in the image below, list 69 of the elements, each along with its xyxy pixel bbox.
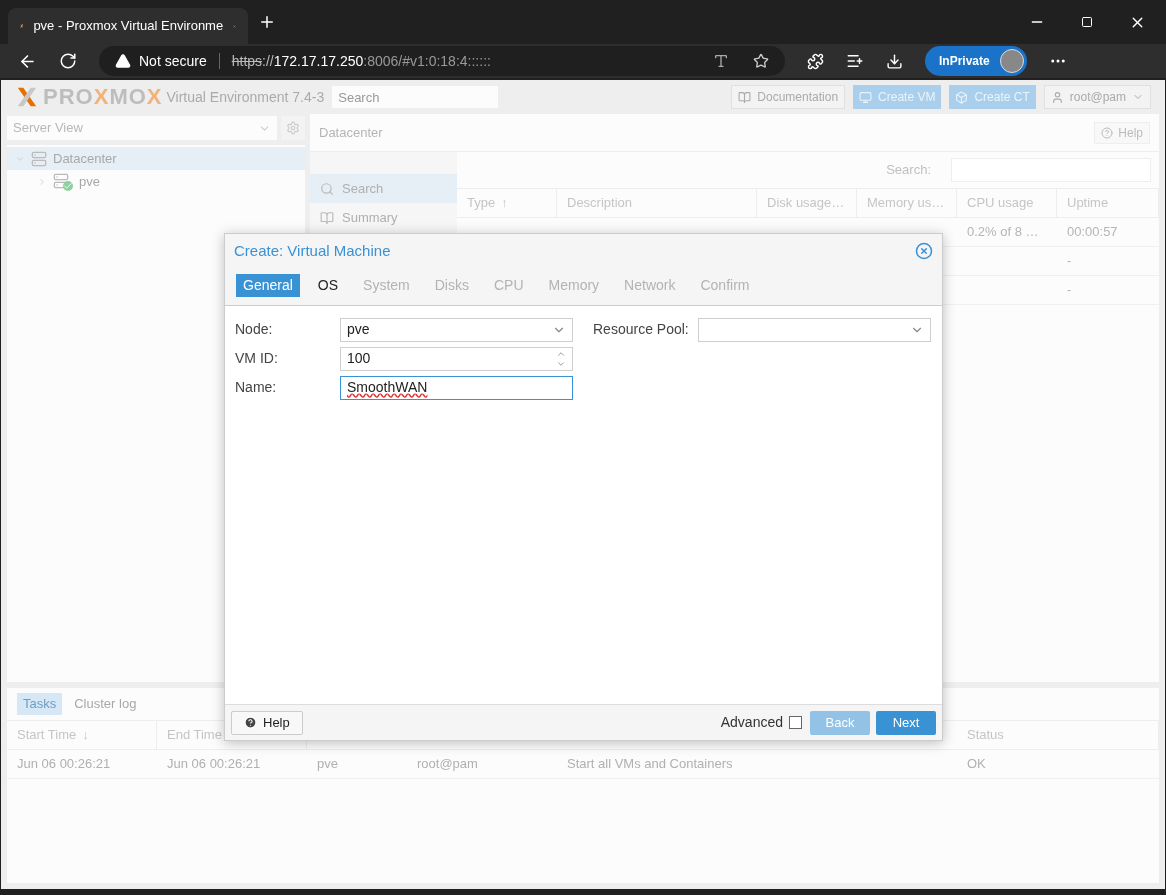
tab[interactable]: Cluster log (68, 693, 143, 715)
field-label: Name: (235, 378, 278, 397)
next-button[interactable]: Next (876, 710, 936, 735)
favorites-icon[interactable] (846, 52, 864, 70)
table-cell-text: Jun 06 00:26:21 (167, 755, 261, 774)
tree-item[interactable]: pve (7, 170, 305, 193)
search-label: Search: (886, 161, 931, 180)
help-icon (244, 716, 257, 729)
new-tab-icon[interactable] (258, 13, 276, 31)
create-button[interactable]: Create CT (949, 85, 1036, 109)
security-label: Not secure (139, 51, 207, 71)
tree-item[interactable]: Datacenter (7, 147, 305, 170)
gear-icon (286, 121, 300, 135)
monitor-icon (859, 90, 873, 104)
text-field[interactable]: SmoothWAN (340, 375, 573, 400)
nav-item[interactable]: Search (310, 174, 457, 203)
table-cell-text: Start all VMs and Containers (567, 755, 733, 774)
table-cell-text: Jun 06 00:26:21 (17, 755, 111, 774)
table-cell-text: pve (317, 755, 338, 774)
maximize-icon[interactable] (1081, 16, 1093, 28)
number-field[interactable]: 100 (340, 346, 573, 371)
table-cell-text: root@pam (417, 755, 478, 774)
favorite-add-icon[interactable] (753, 53, 769, 69)
tab[interactable]: General (236, 273, 300, 297)
warning-icon (115, 53, 131, 69)
advanced-checkbox[interactable] (789, 716, 802, 729)
avatar-icon (999, 49, 1024, 73)
download-icon[interactable] (886, 52, 903, 70)
refresh-icon[interactable] (59, 52, 77, 70)
help-button[interactable]: Help (1094, 121, 1150, 144)
view-select[interactable]: Server View (7, 116, 277, 140)
documentation-button[interactable]: Documentation (731, 85, 846, 109)
url-text: https://172.17.17.250:8006/#v1:0:18:4:::::: (231, 51, 492, 71)
field-label: VM ID: (235, 349, 279, 368)
help-button[interactable]: Help (231, 710, 303, 735)
select-field[interactable] (698, 317, 931, 342)
table-cell-text: OK (967, 755, 986, 774)
logo-icon (15, 86, 39, 108)
nav-item[interactable]: Summary (310, 203, 457, 232)
user-menu-button[interactable]: root@pam (1043, 85, 1151, 109)
field-label: Node: (235, 320, 274, 339)
select-field[interactable]: pve (340, 317, 573, 342)
book-icon (738, 90, 752, 104)
server-rack-icon (31, 150, 47, 167)
table-cell-text: 0.2% of 8 … (967, 223, 1039, 242)
search-field[interactable]: Search (332, 86, 499, 108)
tab[interactable]: Tasks (17, 693, 63, 715)
table-cell-text: - (1067, 252, 1072, 271)
tab[interactable]: OS (310, 273, 346, 297)
create-button[interactable]: Create VM (853, 85, 942, 109)
dialog-title: Create: Virtual Machine (234, 240, 392, 261)
browser-tab[interactable]: pve - Proxmox Virtual Environme (8, 8, 248, 44)
extensions-icon[interactable] (807, 52, 824, 70)
profile-button[interactable]: InPrivate (925, 46, 1027, 76)
search-icon (320, 181, 334, 196)
address-bar[interactable]: Not secure https://172.17.17.250:8006/#v1:0:18:4:::::: (99, 46, 785, 76)
field-label: Resource Pool: (593, 320, 690, 339)
book-icon (320, 210, 334, 225)
logo-wordmark: PROXMOX (43, 86, 163, 108)
user-icon (1050, 90, 1064, 104)
panel-title: Datacenter (319, 123, 384, 142)
table-cell-text: - (1067, 281, 1072, 300)
tab-title: pve - Proxmox Virtual Environme (33, 17, 224, 36)
table-cell-text: 00:00:57 (1067, 223, 1118, 242)
version-label: Virtual Environment 7.4-3 (166, 87, 325, 107)
advanced-label: Advanced (720, 713, 783, 732)
server-ok-icon (53, 172, 73, 191)
help-icon (1101, 126, 1114, 139)
cube-icon (955, 90, 969, 104)
